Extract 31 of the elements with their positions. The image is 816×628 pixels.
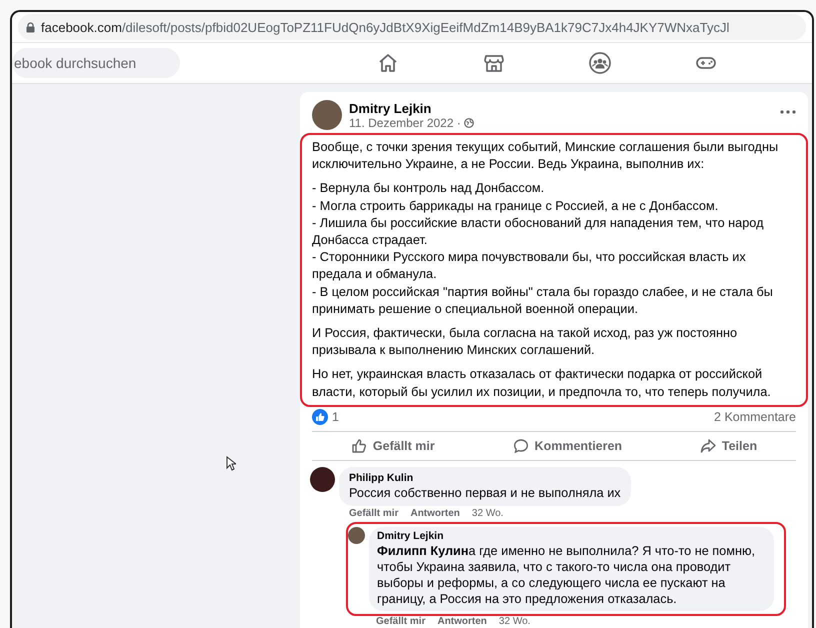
avatar <box>348 526 365 544</box>
comment-time[interactable]: 32 Wo. <box>498 616 530 628</box>
comment-action-link[interactable]: Gefällt mir <box>376 616 426 628</box>
group-icon[interactable] <box>588 51 612 75</box>
comment-time[interactable]: 32 Wo. <box>472 508 504 520</box>
mouse-pointer-icon <box>226 456 236 471</box>
avatar <box>310 466 335 492</box>
comment-text: Россия собственно первая и не выполняла их <box>349 484 621 501</box>
more-options-icon[interactable] <box>780 110 796 114</box>
post-text: Вообще, с точки зрения текущих событий, Минские соглашения были выгодны исключительно Украине, а не России. Ведь Украина, выполнив их: - Вернула бы контроль над Донбассом. - Могла строить баррикады на границе с Россией, а не с Донбассом. - Лишила бы российские власти обоснований для нападения тем, что народ Донбасса страдает. - Сторонники Русского мира почувствовали бы, что российская власть их предала и обманула. - В целом российская "партия войны" стала бы гораздо слабее, и не стала бы принимать решение о специальной военной операции. И Россия, фактически, была согласна на такой исход, раз уж постоянно призывала к выполнению Минских соглашений. Но нет, украинская власть отказалась от фактически подарка от российской власти, который бы усилил их позиции, и предпочла то, что теперь получила. <box>300 133 808 407</box>
commenter-name[interactable]: Philipp Kulin <box>349 470 621 485</box>
author-name[interactable]: Dmitry Lejkin <box>349 100 773 116</box>
speech-bubble-icon <box>512 438 529 454</box>
address-bar[interactable]: facebook.com/dilesoft/posts/pfbid02UEogToPZ11FUdQn6yJdBtX9XigEeifMdZm14B9yBA1k79C7Jx4h4JKY7WNxaTycJl <box>18 14 806 40</box>
comment-action-link[interactable]: Antworten <box>410 508 460 520</box>
comment-action-link[interactable]: Antworten <box>437 616 487 628</box>
reaction-count[interactable]: 1 <box>332 410 339 424</box>
post-date[interactable]: 11. Dezember 2022 · <box>349 116 461 130</box>
comment-text: Филипп Кулина где именно не выполнила? Я что-то не помню, чтобы Украина заявила, что с такого-то числа она проводит выборы и реформы, а со следующего числа ее пускают на границу, а Россия на это предложения отказалась. <box>377 542 756 607</box>
search-field[interactable]: ebook durchsuchen <box>12 48 180 78</box>
share-button[interactable]: Teilen <box>690 434 768 458</box>
avatar <box>312 100 342 130</box>
commenter-name[interactable]: Dmitry Lejkin <box>377 528 766 543</box>
comment-button[interactable]: Kommentieren <box>502 434 632 458</box>
like-button[interactable]: Gefällt mir <box>340 434 445 458</box>
comment-count[interactable]: 2 Kommentare <box>714 410 796 424</box>
like-reaction-icon <box>312 408 328 425</box>
lock-icon <box>26 22 35 32</box>
thumbs-up-icon <box>350 438 367 454</box>
share-arrow-icon <box>700 438 716 454</box>
comment-action-link[interactable]: Gefällt mir <box>349 508 398 520</box>
